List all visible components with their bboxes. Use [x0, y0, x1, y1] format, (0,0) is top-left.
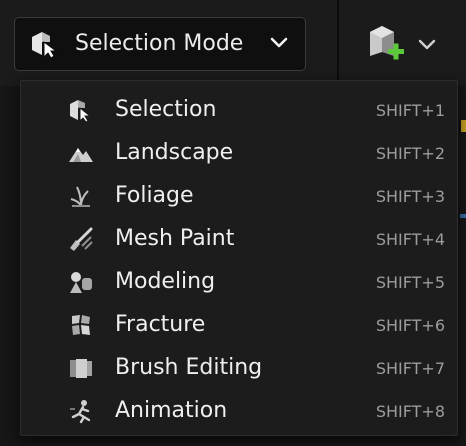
menu-item-brush-editing[interactable]: Brush Editing SHIFT+7: [21, 347, 457, 389]
menu-item-shortcut: SHIFT+6: [375, 316, 445, 335]
chevron-down-icon: [418, 39, 436, 50]
mesh-paint-icon: [70, 227, 93, 251]
menu-item-fracture[interactable]: Fracture SHIFT+6: [21, 304, 457, 346]
fracture-icon: [72, 315, 90, 335]
menu-item-foliage[interactable]: Foliage SHIFT+3: [21, 175, 457, 217]
menu-item-shortcut: SHIFT+1: [375, 101, 445, 120]
menu-item-shortcut: SHIFT+3: [375, 187, 445, 206]
viewport-edge-accent: [460, 214, 466, 218]
selection-mode-label: Selection Mode: [75, 31, 244, 56]
selection-mode-icon: [32, 32, 58, 59]
menu-item-label: Selection: [115, 97, 217, 122]
menu-item-label: Landscape: [115, 140, 234, 165]
add-actor-button[interactable]: [360, 22, 444, 66]
menu-item-shortcut: SHIFT+7: [375, 359, 445, 378]
toolbar-separator: [337, 0, 339, 86]
menu-item-label: Brush Editing: [115, 355, 263, 380]
menu-item-shortcut: SHIFT+5: [375, 273, 445, 292]
menu-item-label: Fracture: [115, 312, 206, 337]
menu-item-label: Foliage: [115, 183, 194, 208]
brush-editing-icon: [70, 359, 92, 378]
menu-item-label: Modeling: [115, 269, 216, 294]
viewport-edge-accent: [461, 120, 466, 132]
menu-item-modeling[interactable]: Modeling SHIFT+5: [21, 261, 457, 303]
menu-item-animation[interactable]: Animation SHIFT+8: [21, 390, 457, 432]
animation-icon: [70, 400, 91, 424]
menu-item-label: Animation: [115, 398, 228, 423]
menu-item-shortcut: SHIFT+2: [375, 144, 445, 163]
selection-mode-dropdown-button[interactable]: Selection Mode: [14, 17, 306, 71]
foliage-icon: [70, 186, 90, 207]
menu-item-shortcut: SHIFT+8: [375, 402, 445, 421]
menu-item-shortcut: SHIFT+4: [375, 230, 445, 249]
menu-item-landscape[interactable]: Landscape SHIFT+2: [21, 132, 457, 174]
menu-item-selection[interactable]: Selection SHIFT+1: [21, 89, 457, 131]
menu-item-label: Mesh Paint: [115, 226, 235, 251]
selection-icon: [70, 100, 92, 123]
landscape-icon: [69, 148, 93, 162]
editor-mode-menu: Selection SHIFT+1 Landscape SHIFT+2 Foli…: [20, 80, 458, 436]
menu-item-mesh-paint[interactable]: Mesh Paint SHIFT+4: [21, 218, 457, 260]
modeling-icon: [70, 272, 92, 293]
add-actor-icon: [370, 26, 404, 60]
level-editor-toolbar: Selection Mode: [0, 0, 466, 86]
chevron-down-icon: [270, 37, 288, 48]
